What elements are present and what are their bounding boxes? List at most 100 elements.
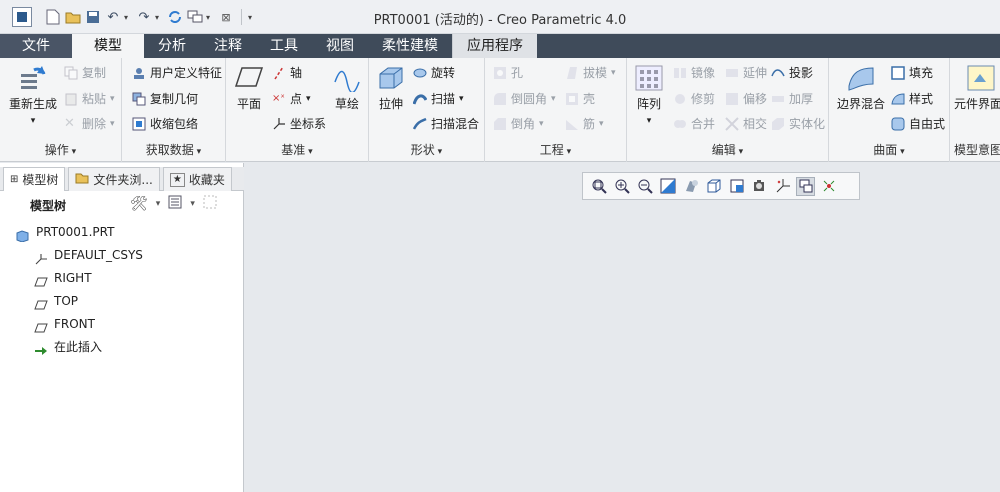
group-label-engineering[interactable]: 工程 xyxy=(485,141,626,158)
freestyle-label: 自由式 xyxy=(909,117,946,131)
saved-orientations-icon[interactable] xyxy=(704,177,723,196)
paste-button[interactable]: 粘贴 ▾ xyxy=(64,90,115,107)
tab-model-tree[interactable]: ⊞ 模型树 xyxy=(3,167,66,191)
tree-item-top[interactable]: TOP xyxy=(0,290,244,313)
spin-center-icon[interactable] xyxy=(819,177,838,196)
navigator-panel: ⊞ 模型树 文件夹浏... ★ 收藏夹 模型树 🛠 ▾ ▾ PRT0001.PR… xyxy=(0,163,244,492)
tab-applications[interactable]: 应用程序 xyxy=(452,34,537,58)
freestyle-button[interactable]: 自由式 xyxy=(891,115,945,132)
tree-item-insert-here[interactable]: 在此插入 xyxy=(0,336,244,359)
model-tree-title: 模型树 xyxy=(30,198,67,213)
sweep-icon xyxy=(412,92,428,106)
tab-tools[interactable]: 工具 xyxy=(256,34,312,58)
intersect-button[interactable]: 相交 xyxy=(725,115,767,132)
datum-plane-icon xyxy=(34,319,48,332)
copy-button[interactable]: 复制 xyxy=(64,64,106,81)
tree-show-dropdown-icon[interactable]: ▾ xyxy=(190,199,195,209)
group-label-get-data[interactable]: 获取数据 xyxy=(122,141,225,158)
csys-button[interactable]: 坐标系 xyxy=(272,115,326,132)
delete-icon: ✕ xyxy=(64,115,75,131)
revolve-button[interactable]: 旋转 xyxy=(413,64,455,81)
swept-blend-button[interactable]: 扫描混合 xyxy=(412,115,479,132)
tab-view[interactable]: 视图 xyxy=(312,34,368,58)
round-button[interactable]: 倒圆角 ▾ xyxy=(493,90,556,107)
project-label: 投影 xyxy=(789,66,814,80)
style-button[interactable]: 样式 xyxy=(891,90,933,107)
tab-analysis[interactable]: 分析 xyxy=(144,34,200,58)
group-label-shapes[interactable]: 形状 xyxy=(369,141,484,158)
refit-icon[interactable] xyxy=(589,177,608,196)
group-label-model-intent[interactable]: 模型意图 xyxy=(950,141,1000,158)
zoom-out-icon[interactable] xyxy=(635,177,654,196)
tree-settings-icon[interactable]: 🛠 xyxy=(130,196,148,212)
fill-button[interactable]: 填充 xyxy=(891,64,933,81)
group-label-datum[interactable]: 基准 xyxy=(226,141,368,158)
extend-button[interactable]: 延伸 xyxy=(725,64,767,81)
group-label-operations[interactable]: 操作 xyxy=(0,141,121,158)
chamfer-button[interactable]: 倒角 ▾ xyxy=(493,115,544,132)
tab-model[interactable]: 模型 xyxy=(72,34,144,58)
tab-annotate[interactable]: 注释 xyxy=(200,34,256,58)
shrinkwrap-button[interactable]: 收缩包络 xyxy=(132,115,198,132)
fill-icon xyxy=(891,65,905,80)
axis-label: 轴 xyxy=(290,66,303,80)
extrude-button[interactable]: 拉伸 xyxy=(373,64,409,112)
tree-filter-icon[interactable] xyxy=(203,195,217,212)
merge-button[interactable]: 合并 xyxy=(673,115,715,132)
tab-favorites[interactable]: ★ 收藏夹 xyxy=(162,167,232,191)
view-manager-icon[interactable] xyxy=(727,177,746,196)
tree-item-default-csys[interactable]: DEFAULT_CSYS xyxy=(0,244,244,267)
delete-button[interactable]: ✕ 删除 ▾ xyxy=(64,115,115,132)
project-icon xyxy=(771,66,785,80)
perspective-icon[interactable] xyxy=(750,177,769,196)
display-style-icon[interactable] xyxy=(681,177,700,196)
repaint-icon[interactable] xyxy=(658,177,677,196)
datum-plane-button[interactable]: 平面 xyxy=(232,64,266,112)
tree-show-icon[interactable] xyxy=(168,195,182,212)
tree-item-part[interactable]: PRT0001.PRT xyxy=(0,221,244,244)
zoom-in-icon[interactable] xyxy=(612,177,631,196)
annotation-display-icon[interactable] xyxy=(796,176,815,196)
tree-item-right[interactable]: RIGHT xyxy=(0,267,244,290)
boundary-blend-button[interactable]: 边界混合 xyxy=(833,64,889,112)
udf-button[interactable]: 用户定义特征 xyxy=(132,64,222,81)
graphics-window[interactable] xyxy=(245,163,1000,492)
copy-geometry-icon xyxy=(132,92,146,106)
offset-button[interactable]: 偏移 xyxy=(725,90,767,107)
component-interface-button[interactable]: 元件界面 xyxy=(954,64,1000,112)
ribbon: 重新生成▾ 复制 粘贴▾ ✕ 删除▾ 操作 用户定义特征 复制几何 收缩包络 获 xyxy=(0,58,1000,162)
thicken-button[interactable]: 加厚 xyxy=(771,90,813,107)
tab-file[interactable]: 文件 xyxy=(0,34,72,58)
rib-button[interactable]: 筋 ▾ xyxy=(565,115,604,132)
draft-button[interactable]: 拔模 ▾ xyxy=(565,64,616,81)
group-editing: 阵列 ▾ 镜像 延伸 投影 修剪 偏移 加厚 合并 相交 实体化 编辑 ▾ xyxy=(627,58,829,162)
sketch-button[interactable]: 草绘 xyxy=(330,64,364,112)
tab-flexible-modeling[interactable]: 柔性建模 xyxy=(368,34,452,58)
point-button[interactable]: ×ˣ 点 ▾ xyxy=(272,90,311,107)
axis-button[interactable]: 轴 xyxy=(272,64,302,81)
hole-button[interactable]: 孔 xyxy=(493,64,523,81)
mirror-icon xyxy=(673,66,687,80)
trim-button[interactable]: 修剪 xyxy=(673,90,715,107)
copy-geometry-button[interactable]: 复制几何 xyxy=(132,90,198,107)
shell-button[interactable]: 壳 xyxy=(565,90,595,107)
group-label-surfaces[interactable]: 曲面 xyxy=(829,141,949,158)
regenerate-button[interactable]: 重新生成 ▾ xyxy=(6,64,60,126)
group-surfaces: 边界混合 填充 样式 自由式 曲面 xyxy=(829,58,950,162)
swept-blend-icon xyxy=(412,117,427,131)
solidify-button[interactable]: 实体化 xyxy=(771,115,825,132)
tree-item-front[interactable]: FRONT xyxy=(0,313,244,336)
regenerate-label: 重新生成 xyxy=(8,97,57,111)
datum-display-icon[interactable] xyxy=(773,177,792,196)
offset-label: 偏移 xyxy=(743,92,768,106)
tab-folder-browser[interactable]: 文件夹浏... xyxy=(68,167,160,191)
pattern-button[interactable]: 阵列 ▾ xyxy=(631,64,667,126)
hole-label: 孔 xyxy=(511,66,524,80)
shrinkwrap-label: 收缩包络 xyxy=(150,117,199,131)
project-button[interactable]: 投影 xyxy=(771,64,813,81)
mirror-button[interactable]: 镜像 xyxy=(673,64,715,81)
tree-settings-dropdown-icon[interactable]: ▾ xyxy=(156,199,161,209)
delete-label: 删除 xyxy=(82,117,107,131)
sweep-button[interactable]: 扫描 ▾ xyxy=(412,90,464,107)
group-label-editing[interactable]: 编辑 xyxy=(627,141,828,158)
